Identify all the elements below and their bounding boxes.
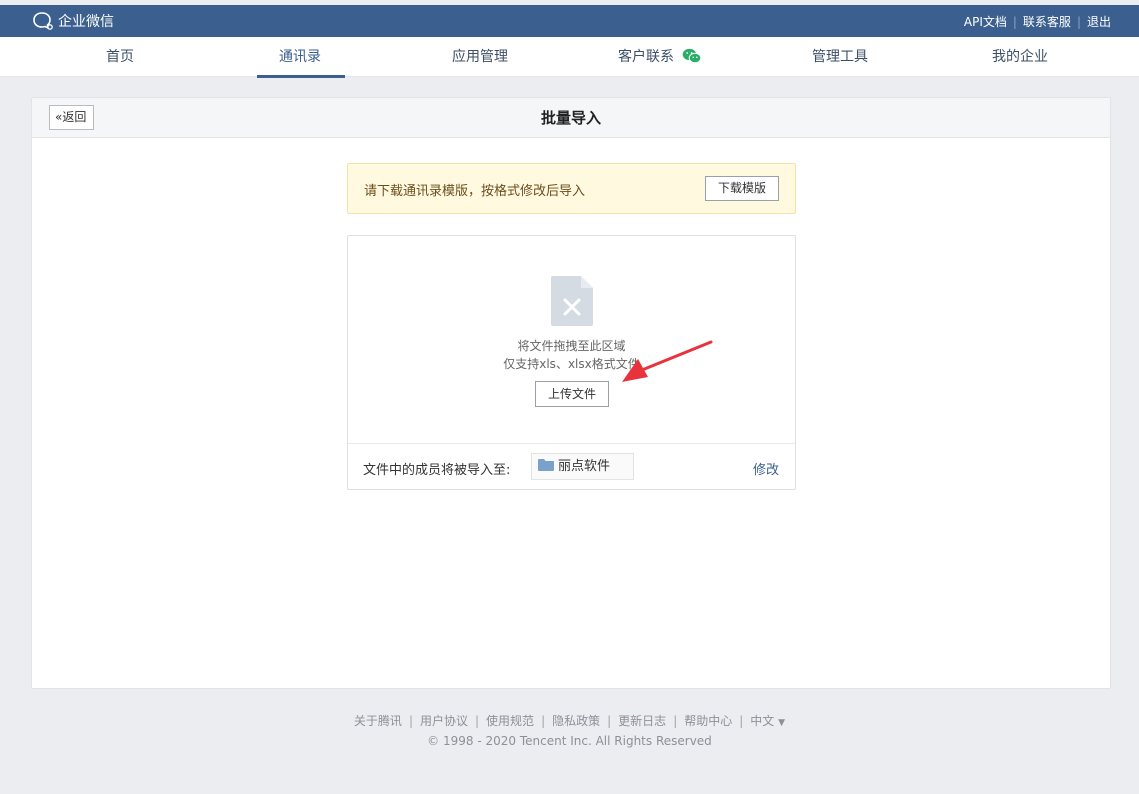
language-label: 中文 (750, 714, 775, 728)
drop-instruction: 将文件拖拽至此区域 (517, 339, 626, 353)
nav-customer-contact[interactable]: 客户联系 (570, 37, 750, 77)
wechat-icon (682, 48, 702, 63)
red-arrow-annotation (622, 340, 713, 382)
top-bar: 企业微信 API文档 | 联系客服 | 退出 (0, 5, 1139, 37)
download-template-button[interactable]: 下载模版 (705, 176, 779, 201)
main-nav: 首页 通讯录 应用管理 客户联系 管理工具 我的企业 (0, 37, 1139, 78)
api-docs-link[interactable]: API文档 (964, 13, 1007, 30)
notice-text: 请下载通讯录模版，按格式修改后导入 (364, 184, 586, 199)
separator: | (1012, 14, 1017, 29)
separator: | (475, 714, 480, 728)
caret-down-icon: ▼ (778, 718, 786, 728)
separator: | (673, 714, 678, 728)
page-title: 批量导入 (540, 109, 601, 127)
separator: | (408, 714, 413, 728)
footer-changelog-link[interactable]: 更新日志 (618, 714, 666, 728)
upload-file-button[interactable]: 上传文件 (535, 381, 609, 407)
modify-target-link[interactable]: 修改 (753, 459, 779, 478)
separator: | (541, 714, 546, 728)
language-selector[interactable]: 中文 ▼ (750, 714, 785, 728)
target-department: 丽点软件 (531, 453, 634, 480)
footer-privacy-link[interactable]: 隐私政策 (552, 714, 600, 728)
nav-my-enterprise[interactable]: 我的企业 (930, 37, 1110, 77)
separator: | (739, 714, 744, 728)
import-target-row: 文件中的成员将被导入至: 丽点软件 修改 (348, 443, 795, 490)
card-header: «返回 批量导入 (32, 98, 1110, 138)
department-name: 丽点软件 (558, 459, 611, 474)
separator: | (1076, 14, 1081, 29)
separator: | (607, 714, 612, 728)
folder-icon (538, 459, 554, 471)
nav-home[interactable]: 首页 (30, 37, 210, 77)
nav-admin-tools[interactable]: 管理工具 (750, 37, 930, 77)
logout-link[interactable]: 退出 (1087, 13, 1111, 30)
footer-help-link[interactable]: 帮助中心 (684, 714, 732, 728)
excel-file-icon (551, 276, 593, 326)
footer-about-link[interactable]: 关于腾讯 (354, 714, 402, 728)
contact-support-link[interactable]: 联系客服 (1023, 13, 1071, 30)
logo[interactable]: 企业微信 (32, 11, 114, 31)
footer-user-agreement-link[interactable]: 用户协议 (420, 714, 468, 728)
wework-logo-icon (33, 12, 53, 30)
format-hint: 仅支持xls、xlsx格式文件 (503, 357, 640, 371)
import-target-label: 文件中的成员将被导入至: (363, 463, 511, 478)
nav-contacts[interactable]: 通讯录 (210, 37, 390, 78)
footer-usage-rules-link[interactable]: 使用规范 (486, 714, 534, 728)
upload-panel: 将文件拖拽至此区域 仅支持xls、xlsx格式文件 上传文件 文件中的成员将被导… (347, 235, 796, 490)
nav-customer-contact-label: 客户联系 (618, 49, 674, 65)
top-links: API文档 | 联系客服 | 退出 (964, 13, 1111, 30)
template-notice: 请下载通讯录模版，按格式修改后导入 下载模版 (347, 163, 796, 214)
batch-import-card: «返回 批量导入 请下载通讯录模版，按格式修改后导入 下载模版 将文件拖拽至此区… (31, 97, 1111, 689)
footer-links: 关于腾讯 | 用户协议 | 使用规范 | 隐私政策 | 更新日志 | 帮助中心 | 中文 ▼ (0, 712, 1139, 729)
file-drop-zone[interactable]: 将文件拖拽至此区域 仅支持xls、xlsx格式文件 上传文件 (348, 236, 795, 443)
copyright: © 1998 - 2020 Tencent Inc. All Rights Re… (427, 734, 712, 748)
logo-text: 企业微信 (58, 14, 114, 30)
nav-app-management[interactable]: 应用管理 (390, 37, 570, 77)
